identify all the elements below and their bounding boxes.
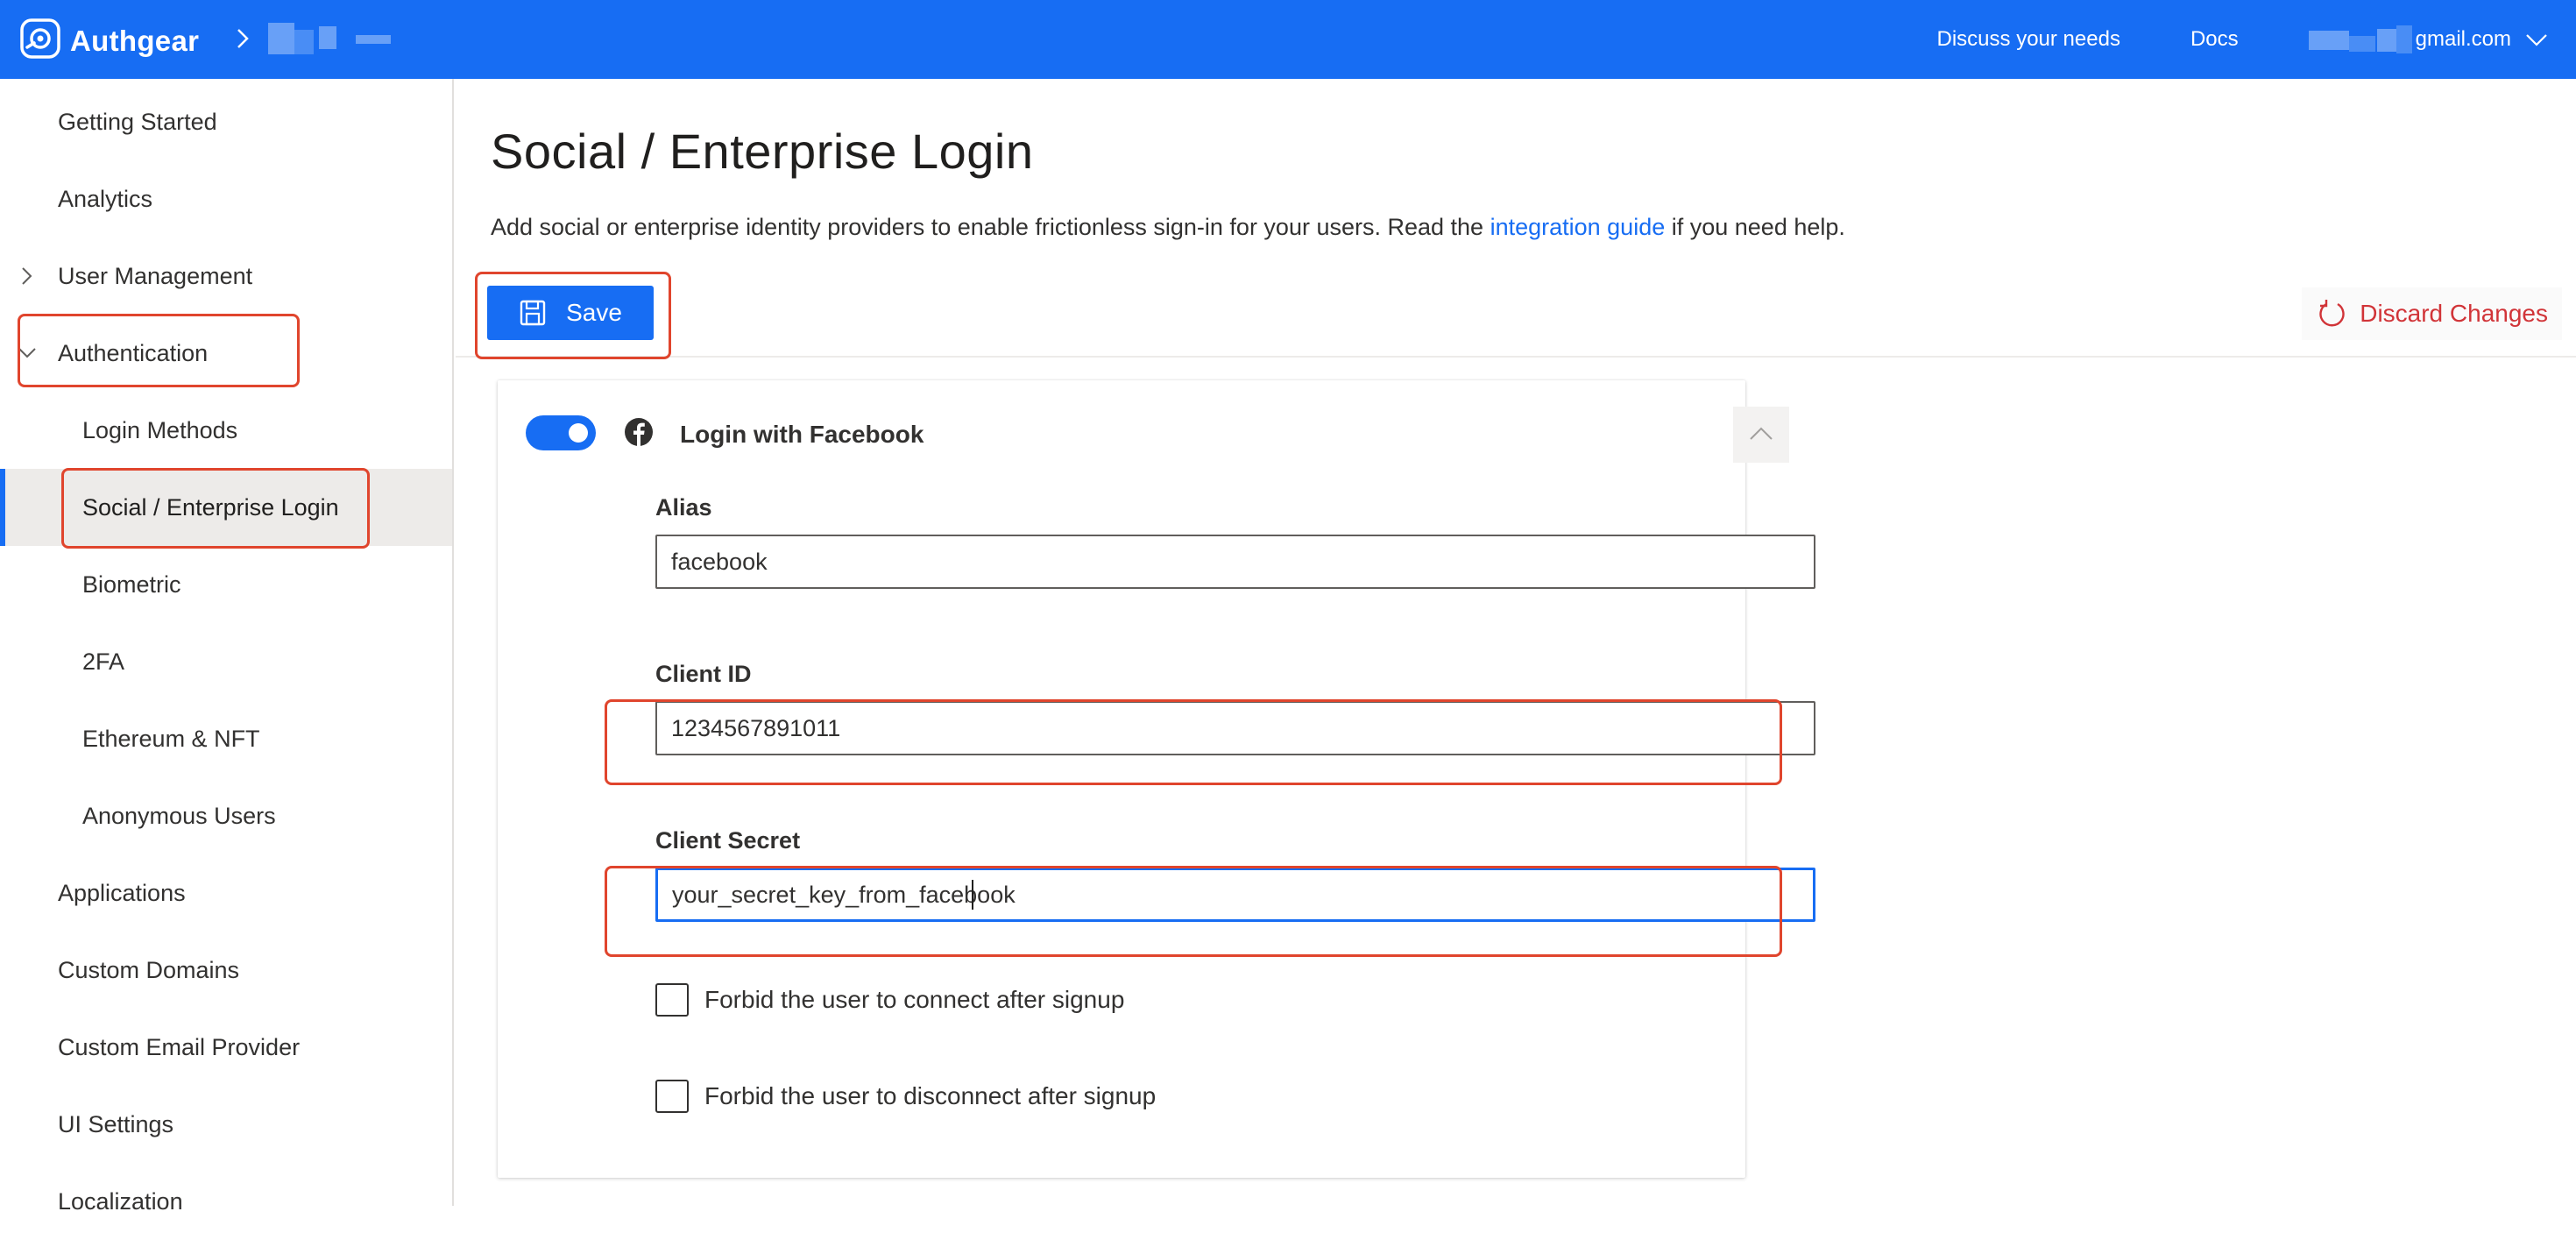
docs-link[interactable]: Docs [2190, 27, 2239, 52]
client-secret-input[interactable] [655, 868, 1815, 922]
sidebar-item-label: Analytics [58, 185, 153, 212]
text-caret [972, 880, 973, 910]
sidebar-item-label: Localization [58, 1187, 183, 1215]
sidebar-item-localization[interactable]: Localization [0, 1163, 452, 1240]
sidebar-item-ethereum-nft[interactable]: Ethereum & NFT [0, 700, 452, 777]
forbid-connect-checkbox[interactable] [655, 983, 689, 1017]
sidebar-item-ui-settings[interactable]: UI Settings [0, 1086, 452, 1163]
sidebar-item-getting-started[interactable]: Getting Started [0, 83, 452, 160]
save-icon [520, 300, 546, 326]
sidebar-item-label: Anonymous Users [82, 802, 276, 829]
sidebar-item-applications[interactable]: Applications [0, 854, 452, 932]
sidebar-item-anonymous-users[interactable]: Anonymous Users [0, 777, 452, 854]
client-secret-label: Client Secret [655, 827, 801, 854]
sidebar-item-label: 2FA [82, 648, 125, 675]
forbid-connect-label: Forbid the user to connect after signup [704, 986, 1125, 1013]
description-text-end: if you need help. [1665, 214, 1845, 240]
sidebar-item-label: Authentication [58, 339, 209, 366]
alias-input[interactable] [655, 535, 1815, 589]
discuss-link[interactable]: Discuss your needs [1937, 27, 2120, 52]
sidebar-item-label: Social / Enterprise Login [82, 493, 339, 521]
sidebar-item-label: User Management [58, 262, 253, 289]
breadcrumb-chevron-icon [233, 23, 254, 54]
chevron-down-icon[interactable] [2523, 31, 2550, 48]
sidebar-item-label: Biometric [82, 570, 181, 598]
sidebar-item-social-enterprise-login[interactable]: Social / Enterprise Login [0, 469, 452, 546]
account-menu[interactable]: gmail.com [2308, 25, 2550, 53]
sidebar-item-label: Custom Email Provider [58, 1033, 301, 1060]
sidebar-item-custom-email-provider[interactable]: Custom Email Provider [0, 1009, 452, 1086]
sidebar-nav: Getting Started Analytics User Managemen… [0, 79, 454, 1215]
save-button-label: Save [566, 299, 622, 326]
sidebar-item-custom-domains[interactable]: Custom Domains [0, 932, 452, 1009]
collapse-button[interactable] [1733, 407, 1789, 463]
facebook-icon [624, 417, 654, 447]
account-email-redacted [2308, 25, 2412, 53]
page-title: Social / Enterprise Login [491, 124, 1034, 179]
sidebar-item-biometric[interactable]: Biometric [0, 546, 452, 623]
command-bar: Save Discard Changes [456, 279, 2576, 358]
forbid-connect-option[interactable]: Forbid the user to connect after signup [655, 983, 1124, 1017]
client-id-input[interactable] [655, 701, 1815, 755]
sidebar-item-user-management[interactable]: User Management [0, 237, 452, 315]
sidebar-item-analytics[interactable]: Analytics [0, 160, 452, 237]
discard-changes-button[interactable]: Discard Changes [2302, 287, 2562, 340]
chevron-right-icon [18, 264, 37, 288]
client-id-label: Client ID [655, 661, 752, 687]
toggle-knob [569, 423, 588, 443]
forbid-disconnect-checkbox[interactable] [655, 1080, 689, 1113]
top-header: Authgear Discuss your needs Docs gmail.c… [0, 0, 2576, 79]
facebook-provider-card: Login with Facebook Alias Client ID Clie… [498, 380, 1815, 1178]
provider-title: Login with Facebook [680, 421, 924, 448]
discard-changes-label: Discard Changes [2360, 300, 2548, 327]
provider-enabled-toggle[interactable] [526, 415, 596, 450]
sidebar-item-label: Getting Started [58, 108, 217, 135]
logo-text: Authgear [70, 24, 200, 57]
sidebar-item-label: Ethereum & NFT [82, 725, 260, 752]
sidebar-item-label: Custom Domains [58, 956, 240, 983]
sidebar-item-authentication[interactable]: Authentication [0, 315, 452, 392]
sidebar-item-label: UI Settings [58, 1110, 174, 1137]
sidebar-item-login-methods[interactable]: Login Methods [0, 392, 452, 469]
main-content: Social / Enterprise Login Add social or … [456, 79, 2576, 1206]
header-links: Discuss your needs Docs gmail.com [1937, 0, 2576, 79]
save-button[interactable]: Save [487, 286, 654, 340]
chevron-up-icon [1750, 427, 1773, 440]
chevron-down-icon [18, 341, 37, 365]
description-text: Add social or enterprise identity provid… [491, 214, 1490, 240]
selected-indicator [0, 469, 5, 546]
forbid-disconnect-option[interactable]: Forbid the user to disconnect after sign… [655, 1080, 1156, 1113]
authgear-logo-icon [19, 18, 61, 64]
integration-guide-link[interactable]: integration guide [1490, 214, 1666, 240]
sidebar-item-label: Applications [58, 879, 186, 906]
sidebar-item-label: Login Methods [82, 416, 238, 443]
project-name-redacted[interactable] [268, 23, 391, 54]
sidebar-item-2fa[interactable]: 2FA [0, 623, 452, 700]
undo-icon [2319, 300, 2345, 327]
logo[interactable]: Authgear [19, 18, 199, 64]
forbid-disconnect-label: Forbid the user to disconnect after sign… [704, 1082, 1157, 1109]
account-email: gmail.com [2415, 27, 2511, 51]
page-description: Add social or enterprise identity provid… [491, 214, 1845, 241]
alias-label: Alias [655, 494, 712, 521]
